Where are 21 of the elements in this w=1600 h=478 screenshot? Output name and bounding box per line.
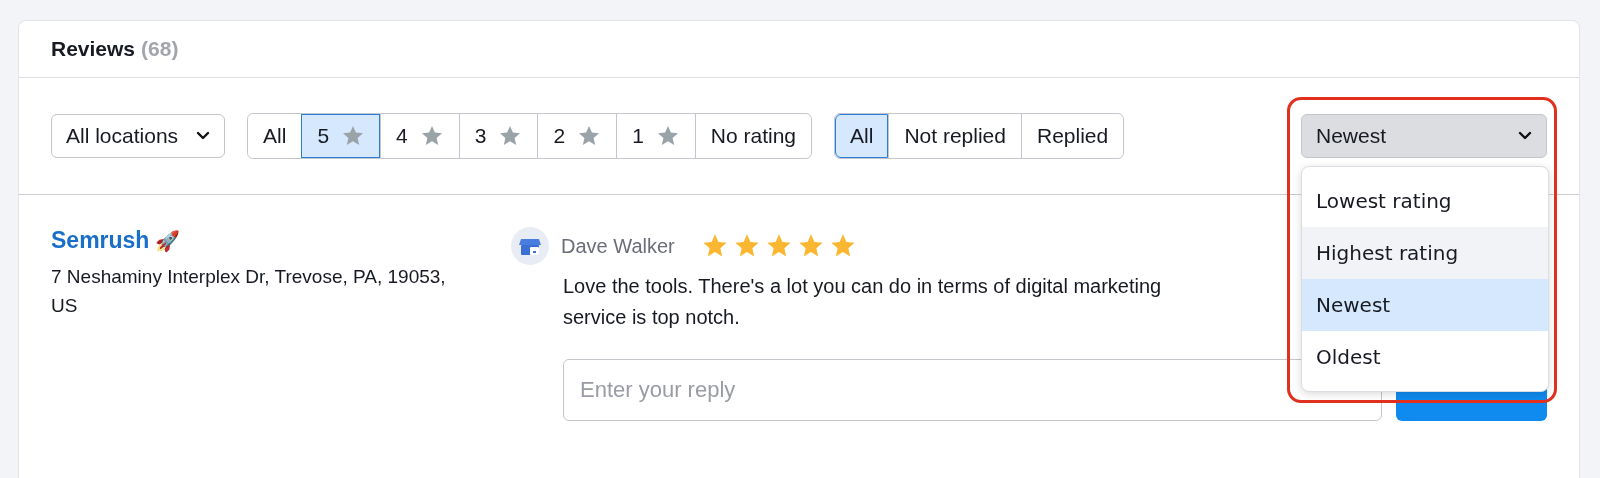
sort-option[interactable]: Highest rating — [1302, 227, 1548, 279]
reply-filter-tab[interactable]: All — [835, 114, 889, 158]
reviewer-name: Dave Walker — [561, 234, 675, 258]
sort-dropdown[interactable]: Newest — [1301, 114, 1547, 158]
chevron-down-icon — [196, 131, 211, 141]
rating-filter-tab[interactable]: 5 — [301, 114, 381, 158]
review-text: service is top notch. — [563, 305, 740, 330]
sort-option[interactable]: Oldest — [1302, 331, 1548, 383]
rocket-emoji: 🚀 — [155, 228, 181, 253]
sort-option[interactable]: Lowest rating — [1302, 175, 1548, 227]
rating-filter-tab[interactable]: No rating — [694, 114, 812, 158]
review-count: (68) — [141, 37, 179, 61]
sort-option[interactable]: Newest — [1302, 279, 1548, 331]
section-title: Reviews — [51, 37, 136, 61]
business-name[interactable]: Semrush — [51, 227, 150, 254]
reply-filter-tab[interactable]: Replied — [1020, 114, 1124, 158]
business-address: 7 Neshaminy Interplex Dr, Trevose, PA, 19053, US — [51, 265, 447, 318]
location-dropdown[interactable]: All locations — [51, 114, 226, 158]
review-text: Love the tools. There's a lot you can do in terms of digital marketing — [563, 274, 1162, 299]
store-icon — [511, 227, 549, 265]
chevron-down-icon — [1518, 131, 1532, 141]
